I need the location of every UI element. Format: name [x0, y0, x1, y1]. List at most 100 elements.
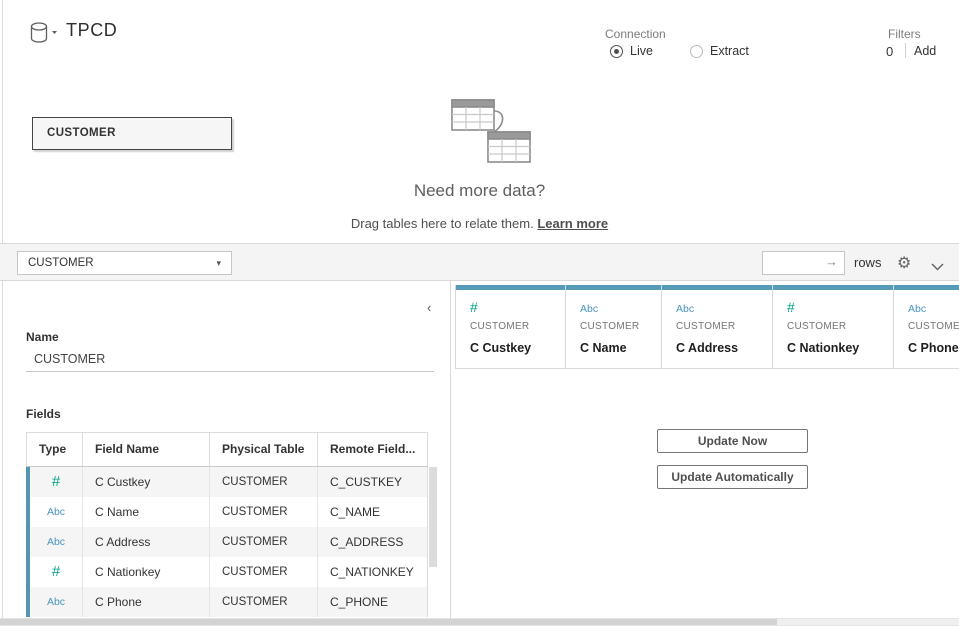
field-type-cell: # [30, 557, 83, 587]
table-select-value: CUSTOMER [28, 257, 94, 269]
remote-field-cell: C_NAME [318, 497, 428, 527]
field-name-cell[interactable]: C Name [83, 497, 210, 527]
radio-live[interactable]: Live [610, 44, 653, 58]
name-input-underline [26, 371, 434, 372]
field-type-cell: Abc [30, 527, 83, 557]
fields-header-physical-table[interactable]: Physical Table [210, 433, 318, 466]
fields-header-type[interactable]: Type [26, 433, 83, 466]
filters-label: Filters [888, 27, 921, 41]
radio-extract-label: Extract [710, 44, 749, 58]
column-accent-stripe [662, 285, 772, 290]
collapse-panel-icon[interactable]: ‹ [427, 300, 431, 315]
panel-divider[interactable] [450, 281, 451, 618]
radio-extract-circle[interactable] [690, 45, 703, 58]
table-select-dropdown[interactable]: CUSTOMER ▾ [17, 251, 232, 275]
physical-table-cell: CUSTOMER [210, 467, 318, 497]
column-accent-stripe [566, 285, 661, 290]
number-type-icon: # [52, 557, 60, 587]
fields-table-header: Type Field Name Physical Table Remote Fi… [26, 432, 428, 467]
physical-table-cell: CUSTOMER [210, 497, 318, 527]
field-row[interactable]: # C CustkeyCUSTOMERC_CUSTKEY [30, 467, 428, 497]
physical-table-cell: CUSTOMER [210, 557, 318, 587]
number-type-icon: # [470, 299, 478, 317]
radio-extract[interactable]: Extract [690, 44, 749, 58]
physical-table-cell: CUSTOMER [210, 527, 318, 557]
canvas-table-customer[interactable]: CUSTOMER [32, 117, 232, 150]
grid-column-header[interactable]: # CUSTOMER C Nationkey [772, 285, 893, 368]
rows-arrow-icon[interactable]: → [825, 254, 838, 269]
learn-more-link[interactable]: Learn more [537, 216, 608, 231]
fields-table: Type Field Name Physical Table Remote Fi… [26, 432, 428, 617]
remote-field-cell: C_ADDRESS [318, 527, 428, 557]
field-row[interactable]: Abc C NameCUSTOMERC_NAME [30, 497, 428, 527]
number-type-icon: # [52, 467, 60, 497]
string-type-icon: Abc [47, 497, 65, 527]
rows-count-input[interactable]: → [762, 251, 845, 275]
grid-column-header[interactable]: AbcCUSTOMERC Address [661, 285, 772, 368]
column-accent-stripe [773, 285, 893, 290]
grid-header-underline [455, 368, 959, 369]
string-type-icon: Abc [47, 527, 65, 557]
chevron-down-icon[interactable] [931, 258, 944, 276]
grid-toolbar: CUSTOMER ▾ → rows ⚙ [0, 243, 959, 281]
tableau-datasource-page: TPCD Connection Live Extract Filters 0 A… [0, 0, 959, 626]
field-type-cell: Abc [30, 497, 83, 527]
field-type-cell: # [30, 467, 83, 497]
column-table-label: CUSTOMER [908, 321, 959, 332]
column-accent-stripe [894, 285, 959, 290]
number-type-icon: # [787, 299, 795, 317]
physical-table-cell: CUSTOMER [210, 587, 318, 617]
column-table-label: CUSTOMER [676, 321, 735, 332]
datasource-title: TPCD [66, 20, 117, 41]
empty-state-title: Need more data? [0, 181, 959, 201]
name-input[interactable]: CUSTOMER [34, 352, 105, 366]
relate-tables-illustration [443, 98, 531, 169]
string-type-icon: Abc [908, 299, 926, 317]
field-name-cell[interactable]: C Nationkey [83, 557, 210, 587]
column-table-label: CUSTOMER [580, 321, 639, 332]
horizontal-scrollbar[interactable] [0, 618, 959, 625]
column-table-label: CUSTOMER [787, 321, 846, 332]
string-type-icon: Abc [580, 299, 598, 317]
grid-columns: # CUSTOMER C Custkey Abc CUSTOMER C Name Abc CU… [455, 285, 959, 368]
remote-field-cell: C_CUSTKEY [318, 467, 428, 497]
update-automatically-button[interactable]: Update Automatically [657, 465, 808, 489]
field-name-cell[interactable]: C Phone [83, 587, 210, 617]
fields-label: Fields [26, 407, 61, 421]
empty-state-subtitle: Drag tables here to relate them. Learn m… [0, 216, 959, 231]
remote-field-cell: C_NATIONKEY [318, 557, 428, 587]
column-accent-stripe [456, 285, 565, 290]
empty-state-subtitle-text: Drag tables here to relate them. [351, 216, 534, 231]
filters-count: 0 [886, 44, 893, 59]
fields-header-remote-field[interactable]: Remote Field... [318, 433, 428, 466]
remote-field-cell: C_PHONE [318, 587, 428, 617]
connection-label: Connection [605, 27, 666, 41]
column-field-name: C Custkey [470, 341, 531, 355]
field-row[interactable]: # C NationkeyCUSTOMERC_NATIONKEY [30, 557, 428, 587]
gear-icon[interactable]: ⚙ [897, 253, 911, 273]
name-label: Name [26, 330, 59, 344]
left-edge-divider [2, 0, 3, 626]
field-type-cell: Abc [30, 587, 83, 617]
field-name-cell[interactable]: C Custkey [83, 467, 210, 497]
database-icon[interactable] [30, 22, 62, 44]
column-field-name: C Nationkey [787, 341, 859, 355]
grid-column-header[interactable]: Abc CUSTOMER C Name [565, 285, 661, 368]
column-table-label: CUSTOMER [470, 321, 529, 332]
radio-live-circle[interactable] [610, 45, 623, 58]
field-row[interactable]: Abc C PhoneCUSTOMERC_PHONE [30, 587, 428, 617]
column-field-name: C Name [580, 341, 627, 355]
grid-column-header[interactable]: Abc CUSTOMER C Phone [893, 285, 959, 368]
column-field-name: C Phone [908, 341, 959, 355]
column-field-name: C Address [676, 341, 738, 355]
update-now-button[interactable]: Update Now [657, 429, 808, 453]
fields-header-field-name[interactable]: Field Name [83, 433, 210, 466]
filters-divider [905, 43, 906, 58]
field-name-cell[interactable]: C Address [83, 527, 210, 557]
grid-column-header[interactable]: # CUSTOMER C Custkey [455, 285, 565, 368]
filters-add-link[interactable]: Add [914, 44, 936, 58]
string-type-icon: Abc [47, 587, 65, 617]
fields-table-scrollbar-thumb[interactable] [429, 467, 437, 567]
field-row[interactable]: Abc C AddressCUSTOMERC_ADDRESS [30, 527, 428, 557]
dropdown-caret-icon: ▾ [216, 252, 221, 274]
